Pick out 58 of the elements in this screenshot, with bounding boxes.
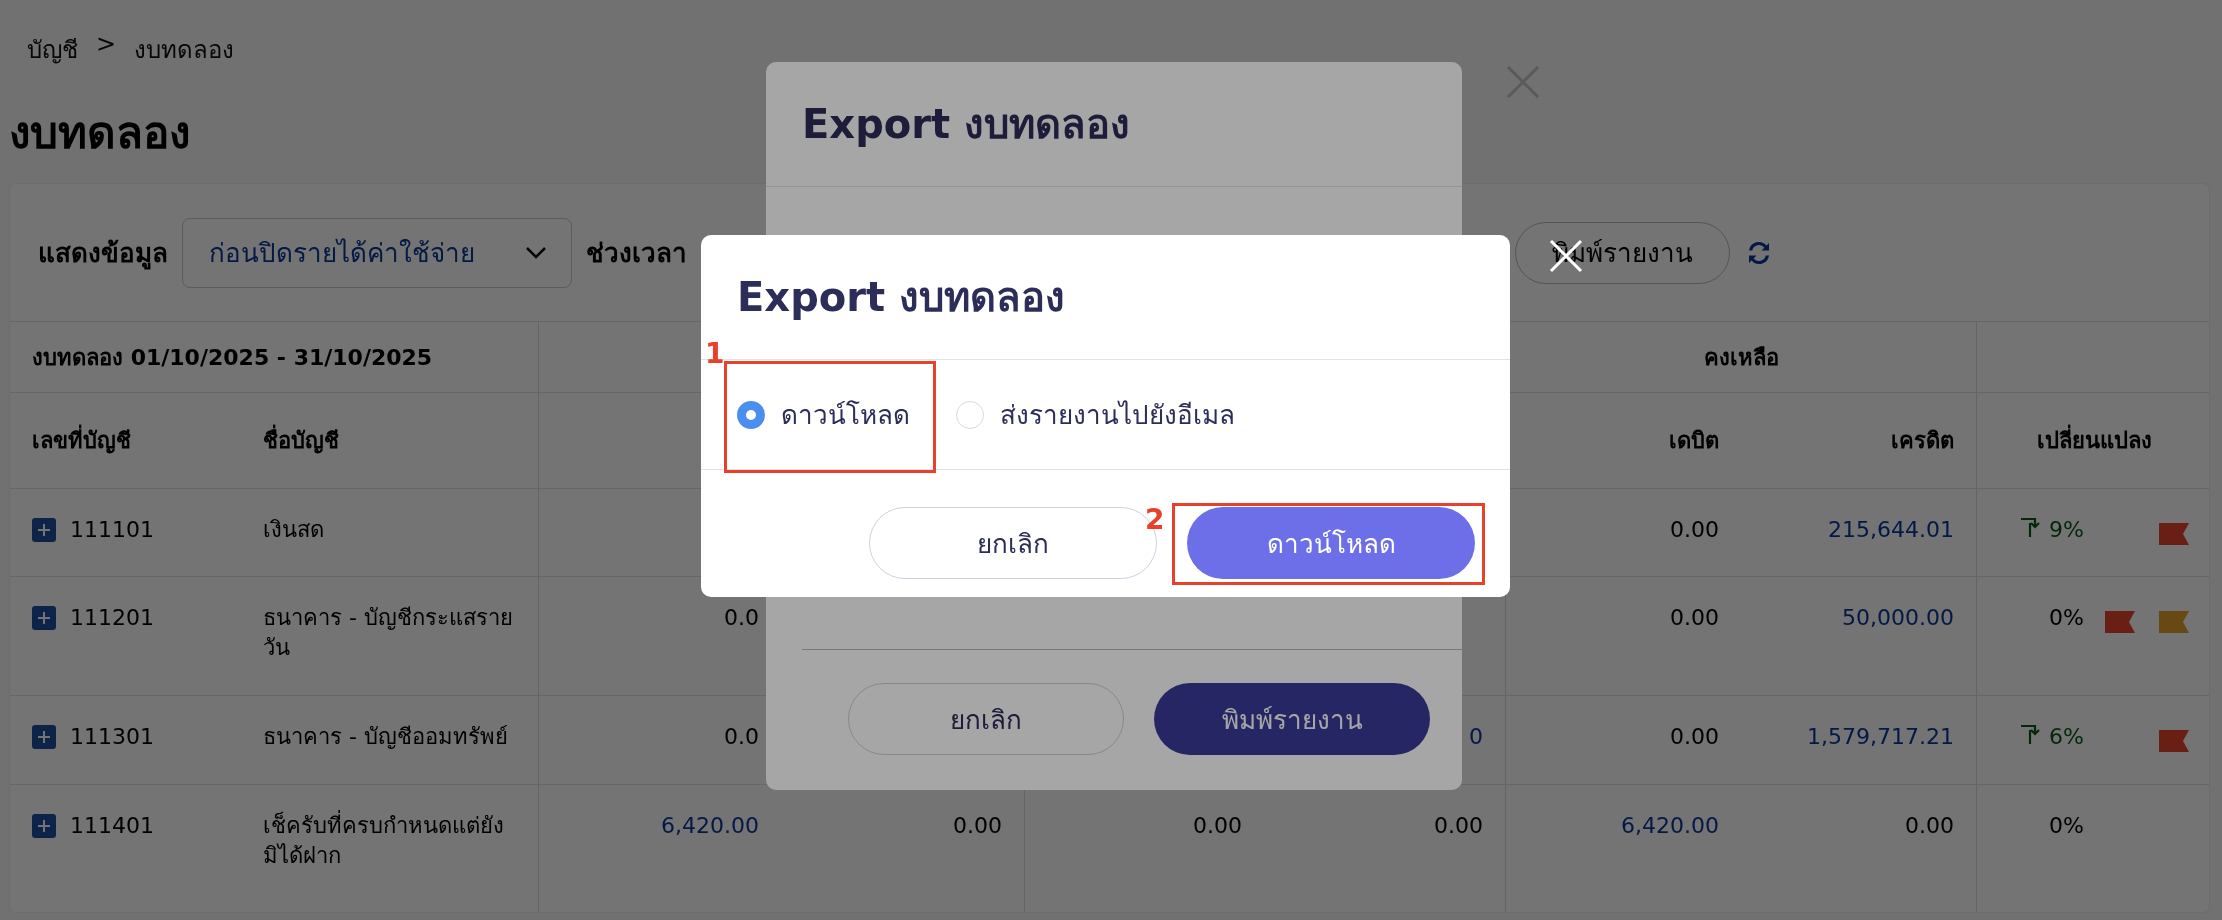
option-label: ส่งรายงานไปยังอีเมล [1000, 399, 1235, 432]
annotation-number: 1 [705, 339, 725, 369]
expand-icon[interactable] [32, 606, 56, 630]
change-percent: 0% [2049, 604, 2084, 632]
column-header: ชื่อบัญชี [263, 423, 339, 458]
column-header: เดบิต [1669, 427, 1719, 455]
amount: 0.00 [1670, 516, 1719, 544]
amount[interactable]: 215,644.01 [1828, 515, 1954, 545]
change-percent: 6% [2049, 723, 2084, 751]
radio-icon[interactable] [737, 400, 765, 429]
amount: 0.0 [724, 604, 759, 632]
amount[interactable]: 0 [1469, 722, 1483, 752]
change-percent: 0% [2049, 812, 2084, 840]
amount: 0.00 [1193, 812, 1242, 840]
account-code: 111101 [70, 516, 154, 544]
expand-icon[interactable] [32, 725, 56, 749]
breadcrumb-separator: > [96, 30, 117, 60]
trend-up-icon [2019, 515, 2041, 539]
dialog-title: Export งบทดลอง [766, 62, 1462, 187]
column-header: เลขที่บัญชี [32, 423, 131, 458]
account-code: 111401 [70, 812, 154, 840]
table-caption: งบทดลอง 01/10/2025 - 31/10/2025 [32, 343, 433, 372]
account-name: ธนาคาร - บัญชีกระแสรายวัน [263, 604, 514, 662]
amount[interactable]: 6,420.00 [1621, 811, 1719, 841]
column-group-header: คงเหลือ [1703, 343, 1779, 372]
expand-icon[interactable] [32, 814, 56, 838]
print-button[interactable]: พิมพ์รายงาน [1154, 683, 1430, 755]
cancel-button[interactable]: ยกเลิก [848, 683, 1124, 755]
radio-option[interactable]: ดาวน์โหลด [737, 394, 910, 435]
account-code: 111301 [70, 723, 154, 751]
amount[interactable]: 1,579,717.21 [1807, 722, 1954, 752]
column-header: เปลี่ยนแปลง [2036, 423, 2152, 458]
amount[interactable]: 50,000.00 [1842, 603, 1954, 633]
change-percent: 9% [2049, 516, 2084, 544]
account-code: 111201 [70, 604, 154, 632]
amount: 0.00 [953, 812, 1002, 840]
data-select[interactable]: ก่อนปิดรายได้ค่าใช้จ่าย [182, 217, 572, 288]
trend-up-icon [2019, 722, 2041, 746]
breadcrumb-item[interactable]: งบทดลอง [134, 30, 235, 69]
filter-label: แสดงข้อมูล [38, 237, 168, 272]
column-header: เครดิต [1891, 427, 1954, 455]
download-button[interactable]: ดาวน์โหลด [1187, 507, 1475, 579]
account-name: ธนาคาร - บัญชีออมทรัพย์ [263, 723, 508, 751]
filter-label: ช่วงเวลา [586, 237, 687, 270]
radio-option[interactable]: ส่งรายงานไปยังอีเมล [956, 394, 1235, 435]
page-title: งบทดลอง [9, 106, 190, 160]
account-name: เงินสด [263, 516, 324, 544]
option-label: ดาวน์โหลด [781, 399, 910, 432]
amount: 0.00 [1905, 812, 1954, 840]
chevron-down-icon [525, 245, 547, 260]
amount: 0.0 [724, 723, 759, 751]
amount: 0.00 [1670, 604, 1719, 632]
breadcrumb-item[interactable]: บัญชี [27, 30, 78, 69]
account-name: เช็ครับที่ครบกำหนดแต่ยังมิได้ฝาก [263, 811, 516, 871]
amount: 0.00 [1434, 812, 1483, 840]
expand-icon[interactable] [32, 518, 56, 542]
amount: 0.00 [1670, 723, 1719, 751]
amount[interactable]: 6,420.00 [661, 811, 759, 841]
